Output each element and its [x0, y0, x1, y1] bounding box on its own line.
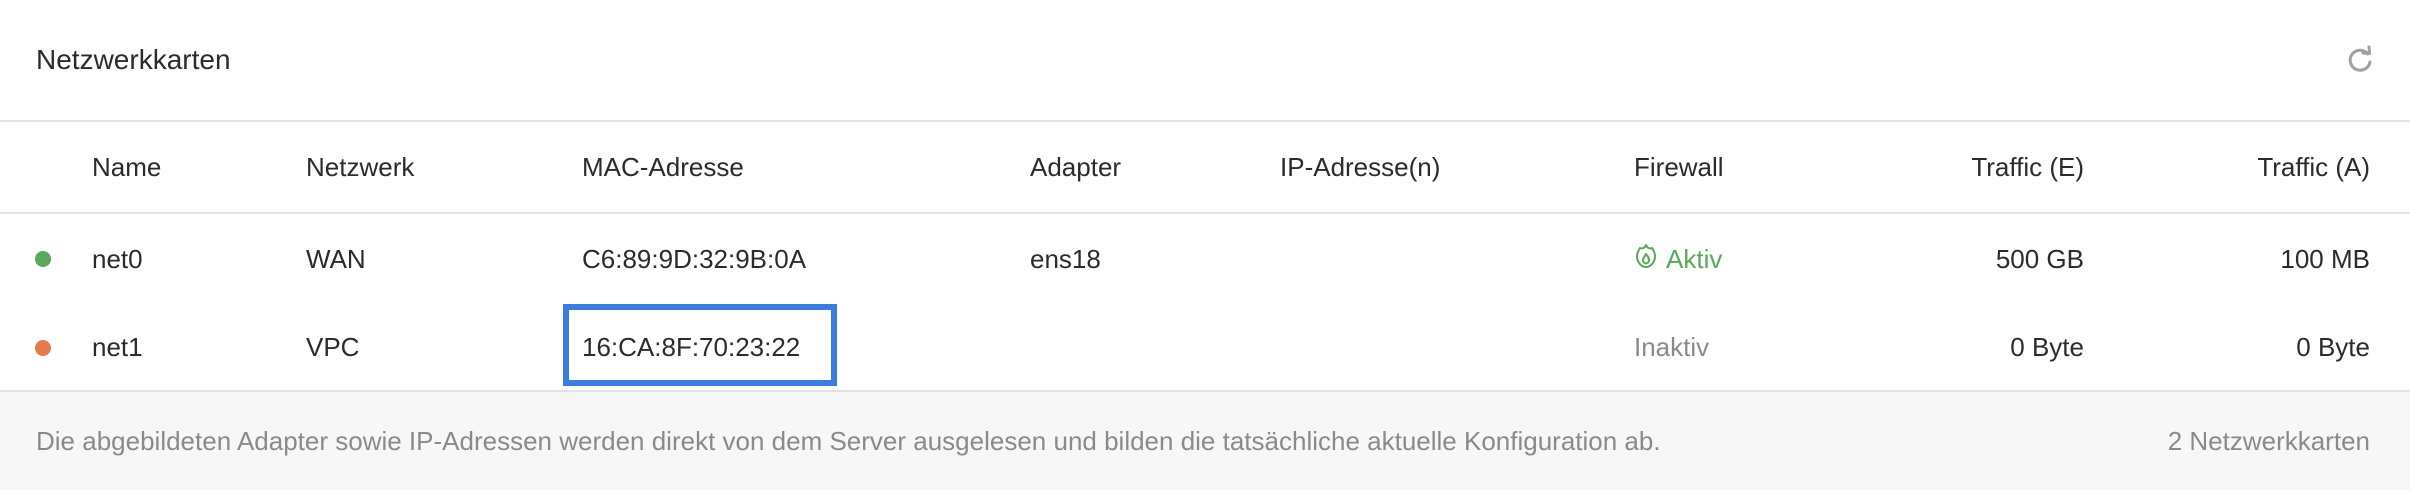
shield-flame-icon: [1634, 243, 1658, 276]
row-network: VPC: [306, 331, 360, 362]
table-row[interactable]: net0 WAN C6:89:9D:32:9B:0A ens18 Aktiv 5…: [0, 214, 2410, 304]
row-name: net0: [92, 243, 143, 274]
status-dot: [35, 340, 51, 356]
column-header-traffic-out[interactable]: Traffic (A): [2257, 122, 2370, 212]
row-traffic-in: 500 GB: [1995, 243, 2084, 274]
column-header-adapter[interactable]: Adapter: [1030, 122, 1121, 212]
network-card-count: 2 Netzwerkkarten: [2167, 425, 2370, 456]
row-firewall-status[interactable]: Inaktiv: [1634, 304, 1709, 390]
network-cards-panel: Netzwerkkarten Name Netzwerk MAC-Adresse…: [0, 0, 2410, 490]
panel-header: Netzwerkkarten: [0, 0, 2410, 122]
row-network: WAN: [306, 243, 366, 274]
row-name: net1: [92, 331, 143, 362]
panel-title: Netzwerkkarten: [36, 44, 231, 75]
column-header-traffic-in[interactable]: Traffic (E): [1971, 122, 2084, 212]
footer-note: Die abgebildeten Adapter sowie IP-Adress…: [36, 425, 1661, 456]
row-firewall-status[interactable]: Aktiv: [1634, 214, 1722, 304]
row-traffic-in: 0 Byte: [2010, 331, 2084, 362]
column-header-firewall[interactable]: Firewall: [1634, 122, 1724, 212]
table-row[interactable]: net1 VPC 16:CA:8F:70:23:22 Inaktiv 0 Byt…: [0, 304, 2410, 392]
refresh-icon[interactable]: [2344, 44, 2376, 76]
row-traffic-out: 100 MB: [2280, 243, 2370, 274]
column-header-network[interactable]: Netzwerk: [306, 122, 414, 212]
status-dot: [35, 251, 51, 267]
column-header-name[interactable]: Name: [92, 122, 161, 212]
row-mac: C6:89:9D:32:9B:0A: [582, 243, 807, 274]
firewall-label: Aktiv: [1666, 243, 1723, 274]
column-header-ip[interactable]: IP-Adresse(n): [1280, 122, 1440, 212]
column-header-mac[interactable]: MAC-Adresse: [582, 122, 744, 212]
row-mac[interactable]: 16:CA:8F:70:23:22: [582, 304, 800, 390]
row-traffic-out: 0 Byte: [2296, 331, 2370, 362]
row-adapter: ens18: [1030, 243, 1101, 274]
panel-footer: Die abgebildeten Adapter sowie IP-Adress…: [0, 392, 2410, 490]
table-header-row: Name Netzwerk MAC-Adresse Adapter IP-Adr…: [0, 122, 2410, 214]
